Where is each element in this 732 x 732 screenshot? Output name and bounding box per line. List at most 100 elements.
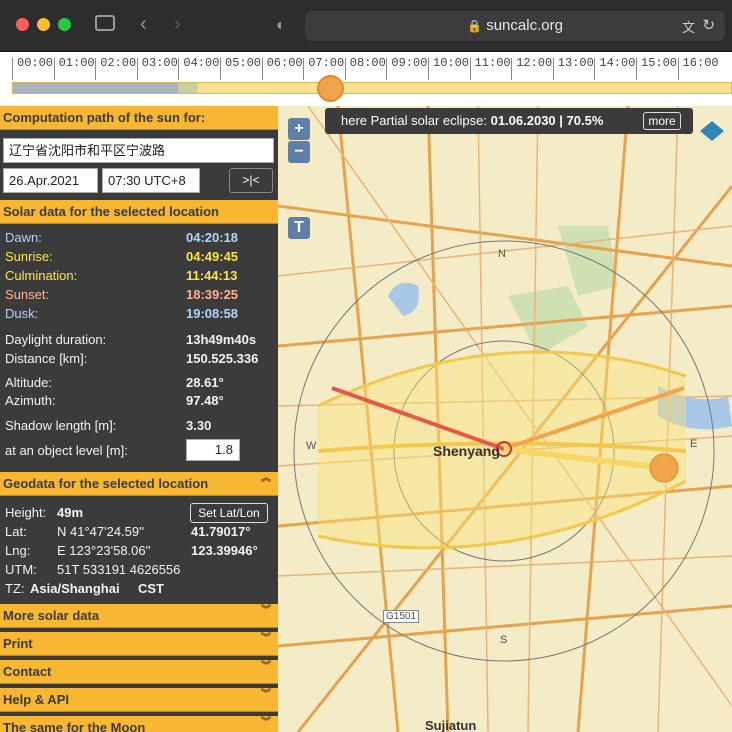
reload-icon[interactable]: ↻ — [702, 16, 715, 34]
compass-south: S — [500, 634, 508, 646]
map-view[interactable]: + − T here Partial solar eclipse: 01.06.… — [278, 106, 732, 732]
lat-label: Lat: — [5, 524, 27, 539]
solar-time-label: Dawn: — [5, 230, 42, 245]
collapsed-section-label: More solar data — [3, 608, 100, 623]
browser-toolbar: ‹ › ◐ 🔒 suncalc.org 文 ↻ — [0, 0, 732, 52]
utm-label: UTM: — [5, 562, 37, 577]
solar-time-row: Dusk: 19:08:58 — [5, 306, 273, 324]
now-button[interactable]: >|< — [229, 168, 273, 193]
timeline-tick-line — [95, 58, 97, 80]
collapsed-section-header[interactable]: Contact ︾ — [0, 660, 278, 684]
timeline-ticks: 00:00 01:00 02:00 03:00 04:00 05:00 06:00 07:00… — [0, 56, 732, 84]
timeline-hour-label: 15:00 — [641, 56, 678, 70]
lat-row: Lat: N 41°47'24.59'' 41.79017° — [5, 524, 273, 542]
more-button[interactable]: more — [643, 112, 681, 130]
shadow-row: Shadow length [m]: 3.30 — [5, 418, 273, 436]
maximize-window-icon[interactable] — [58, 18, 71, 31]
solar-time-label: Culmination: — [5, 268, 78, 283]
town-label: Sujiatun — [425, 718, 477, 732]
azimuth-value: 97.48° — [186, 393, 224, 408]
solar-time-row: Sunrise: 04:49:45 — [5, 249, 273, 267]
road-label: G1501 — [383, 610, 420, 623]
collapsed-section-header[interactable]: Help & API ︾ — [0, 688, 278, 712]
time-track[interactable] — [12, 82, 732, 94]
solar-heading[interactable]: Solar data for the selected location — [0, 200, 278, 224]
timeline-tick-line — [594, 58, 596, 80]
sidebar-toggle-icon[interactable] — [95, 15, 115, 31]
object-level-label: at an object level [m]: — [5, 443, 128, 458]
lng-row: Lng: E 123°23'58.06'' 123.39946° — [5, 543, 273, 561]
shadow-value: 3.30 — [186, 418, 212, 433]
collapsed-section-header[interactable]: The same for the Moon ︾ — [0, 716, 278, 732]
timeline-tick-line — [303, 58, 305, 80]
timeline-tick-line — [552, 58, 554, 80]
tz-label: TZ: — [5, 581, 25, 596]
timeline-tick-line — [12, 58, 13, 80]
solar-time-value: 19:08:58 — [186, 306, 239, 321]
address-bar[interactable]: 🔒 suncalc.org 文 ↻ — [305, 11, 725, 41]
chevron-down-icon[interactable]: ︾ — [260, 718, 272, 732]
timeline-hour-label: 13:00 — [557, 56, 594, 70]
chevron-up-icon[interactable]: ︽ — [260, 474, 272, 493]
timeline-hour-label: 12:00 — [516, 56, 553, 70]
compass-west: W — [306, 440, 317, 452]
tz-value: Asia/Shanghai — [30, 581, 120, 596]
timeline-hour-label: 09:00 — [391, 56, 428, 70]
solar-time-row: Dawn: 04:20:18 — [5, 230, 273, 248]
daylight-label: Daylight duration: — [5, 332, 107, 347]
timeline-tick-line — [261, 58, 263, 80]
lat-dms: N 41°47'24.59'' — [57, 524, 145, 539]
solar-time-value: 04:49:45 — [186, 249, 239, 264]
timeline-hour-label: 02:00 — [100, 56, 137, 70]
back-icon[interactable]: ‹ — [140, 14, 147, 34]
computation-heading-text: Computation path of the sun for: — [3, 110, 206, 125]
utm-row: UTM: 51T 533191 4626556 — [5, 562, 273, 580]
timeline-tick-line — [178, 58, 180, 80]
tz-row: TZ: Asia/Shanghai CST — [5, 581, 273, 599]
privacy-shield-icon[interactable]: ◐ — [276, 16, 286, 36]
chevron-down-icon[interactable]: ︾ — [260, 690, 272, 709]
chevron-down-icon[interactable]: ︾ — [260, 662, 272, 681]
chevron-down-icon[interactable]: ︾ — [260, 634, 272, 653]
timeline-tick-line — [386, 58, 388, 80]
timeline-tick-line — [53, 58, 55, 80]
timeline-hour-label: 10:00 — [433, 56, 470, 70]
time-slider[interactable]: 00:00 01:00 02:00 03:00 04:00 05:00 06:00 07:00… — [0, 52, 732, 106]
minimize-window-icon[interactable] — [37, 18, 50, 31]
solar-time-row: Culmination: 11:44:13 — [5, 268, 273, 286]
close-window-icon[interactable] — [16, 18, 29, 31]
forward-icon[interactable]: › — [174, 14, 181, 34]
date-input[interactable]: 26.Apr.2021 — [3, 168, 98, 193]
set-lat-lon-button[interactable]: Set Lat/Lon — [190, 503, 268, 523]
timeline-hour-label: 04:00 — [183, 56, 220, 70]
chevron-down-icon[interactable]: ︾ — [260, 606, 272, 625]
collapsed-section-label: Help & API — [3, 692, 69, 707]
computation-heading[interactable]: Computation path of the sun for: — [0, 106, 278, 130]
time-input[interactable]: 07:30 UTC+8 — [102, 168, 200, 193]
timeline-hour-label: 01:00 — [58, 56, 95, 70]
timeline-hour-label: 06:00 — [266, 56, 303, 70]
timeline-tick-line — [469, 58, 471, 80]
solar-time-label: Sunset: — [5, 287, 50, 302]
collapsed-section-header[interactable]: More solar data ︾ — [0, 604, 278, 628]
distance-row: Distance [km]: 150.525.336 — [5, 351, 273, 369]
timeline-hour-label: 03:00 — [141, 56, 178, 70]
distance-label: Distance [km]: — [5, 351, 88, 366]
solar-time-value: 11:44:13 — [186, 268, 238, 283]
collapsed-section-header[interactable]: Print ︾ — [0, 632, 278, 656]
translate-icon[interactable]: 文 — [682, 17, 695, 36]
zoom-in-button[interactable]: + — [288, 118, 310, 140]
geodata-heading[interactable]: Geodata for the selected location ︽ — [0, 472, 278, 496]
timeline-hour-label: 08:00 — [349, 56, 386, 70]
object-level-input[interactable]: 1.8 — [186, 439, 240, 461]
timeline-hour-label: 07:00 — [308, 56, 345, 70]
zoom-out-button[interactable]: − — [288, 141, 310, 163]
collapsed-section-label: Print — [3, 636, 33, 651]
solar-time-row: Sunset: 18:39:25 — [5, 287, 273, 305]
lng-label: Lng: — [5, 543, 31, 558]
t-button[interactable]: T — [288, 217, 310, 239]
address-input[interactable]: 辽宁省沈阳市和平区宁波路 — [3, 138, 274, 163]
daylight-row: Daylight duration: 13h49m40s — [5, 332, 273, 350]
time-slider-handle[interactable] — [317, 75, 345, 102]
solar-time-label: Sunrise: — [5, 249, 53, 264]
